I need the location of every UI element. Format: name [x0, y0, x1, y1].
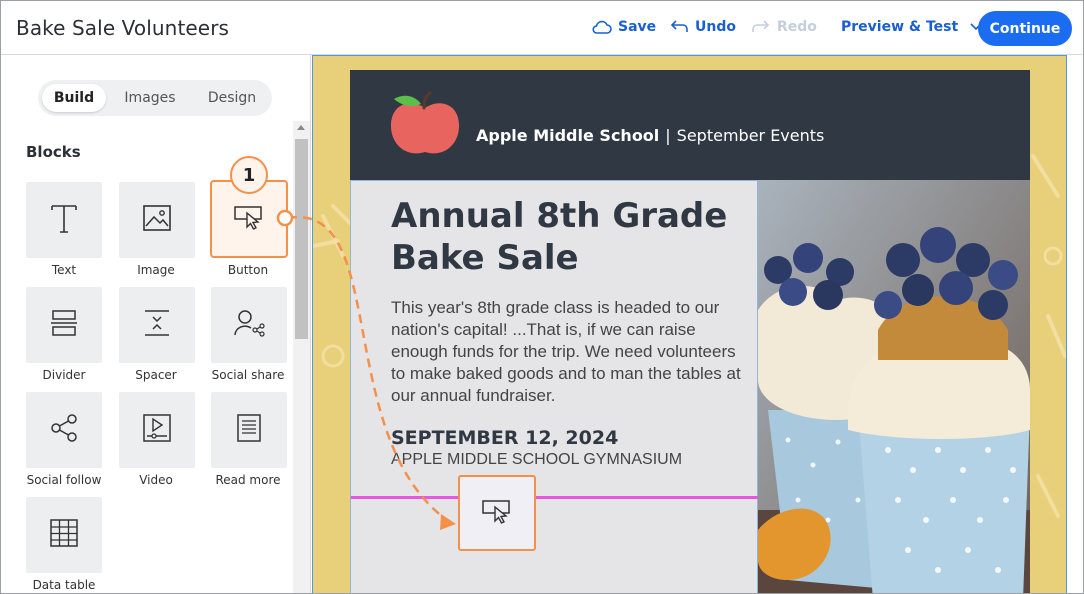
email-body: Apple Middle School | September Events Ann… [350, 70, 1030, 593]
block-image[interactable] [119, 182, 195, 258]
sidebar-tabs: Build Images Design [38, 80, 272, 116]
app-frame: Bake Sale Volunteers Save Undo Redo Prev… [0, 0, 1084, 594]
block-divider[interactable] [26, 287, 102, 363]
redo-label: Redo [777, 19, 817, 35]
block-data-table[interactable] [26, 497, 102, 573]
redo-button[interactable]: Redo [751, 19, 817, 35]
preview-test-dropdown[interactable]: Preview & Test [841, 19, 982, 35]
headline-line-1: Annual 8th Grade [391, 196, 728, 236]
scroll-up-icon[interactable] [297, 125, 305, 130]
block-label-read-more: Read more [215, 473, 281, 487]
undo-button[interactable]: Undo [669, 19, 736, 35]
school-name: Apple Middle School [476, 126, 660, 145]
spacer-icon [142, 308, 172, 343]
block-label-social-share: Social share [211, 368, 285, 382]
button-cursor-icon [233, 204, 265, 235]
email-header-text: Apple Middle School | September Events [476, 126, 824, 145]
undo-label: Undo [695, 19, 736, 35]
scrollbar-thumb[interactable] [295, 139, 308, 339]
preview-label: Preview & Test [841, 19, 959, 35]
text-icon [49, 202, 79, 239]
image-icon [142, 204, 172, 237]
top-bar: Bake Sale Volunteers Save Undo Redo Prev… [1, 1, 1083, 55]
blocks-heading: Blocks [26, 143, 81, 161]
tab-build[interactable]: Build [42, 84, 106, 112]
save-button[interactable]: Save [592, 19, 656, 35]
tab-design[interactable]: Design [196, 84, 268, 112]
cupcake-photo[interactable] [758, 180, 1030, 593]
header-subtitle: September Events [676, 126, 825, 145]
block-spacer[interactable] [119, 287, 195, 363]
email-header-block[interactable]: Apple Middle School | September Events [350, 70, 1030, 180]
block-label-data-table: Data table [32, 578, 96, 592]
button-cursor-icon [481, 498, 513, 529]
block-social-follow[interactable] [26, 392, 102, 468]
content-text-column[interactable]: Annual 8th Grade Bake Sale This year's 8… [350, 180, 759, 593]
sidebar-scrollbar[interactable] [293, 121, 310, 593]
block-read-more[interactable] [211, 392, 287, 468]
block-video[interactable] [119, 392, 195, 468]
email-headline[interactable]: Annual 8th Grade Bake Sale [391, 195, 751, 279]
email-body-text[interactable]: This year's 8th grade class is headed to… [391, 297, 751, 407]
event-location[interactable]: APPLE MIDDLE SCHOOL GYMNASIUM [391, 451, 682, 469]
block-social-share[interactable] [211, 287, 287, 363]
drop-indicator-line [351, 496, 759, 499]
social-follow-icon [49, 413, 79, 448]
step-number-badge: 1 [230, 156, 268, 194]
cloud-icon [592, 20, 612, 34]
read-more-icon [236, 413, 262, 448]
save-label: Save [618, 19, 657, 35]
continue-button[interactable]: Continue [978, 11, 1072, 46]
email-canvas: Apple Middle School | September Events Ann… [312, 55, 1067, 593]
campaign-title[interactable]: Bake Sale Volunteers [16, 16, 229, 40]
block-text[interactable] [26, 182, 102, 258]
video-icon [142, 413, 172, 448]
event-date[interactable]: SEPTEMBER 12, 2024 [391, 427, 618, 449]
sidebar: Build Images Design Blocks Text Image Bu… [1, 55, 311, 593]
redo-icon [751, 20, 771, 34]
headline-line-2: Bake Sale [391, 238, 579, 278]
undo-icon [669, 20, 689, 34]
block-label-button: Button [227, 263, 269, 277]
apple-logo-icon [388, 90, 462, 165]
dragged-button-block[interactable] [458, 475, 536, 551]
tab-images[interactable]: Images [114, 84, 186, 112]
header-separator: | [665, 126, 671, 145]
social-share-icon [233, 308, 265, 343]
data-table-icon [49, 518, 79, 553]
divider-icon [49, 308, 79, 343]
